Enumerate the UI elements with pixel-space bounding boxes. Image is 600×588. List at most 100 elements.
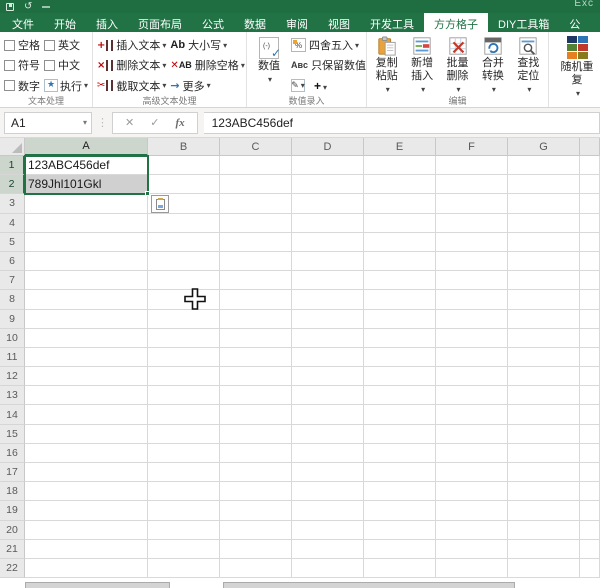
cell-F4[interactable]	[436, 213, 508, 233]
cell-E12[interactable]	[364, 367, 436, 387]
copy-paste-button[interactable]: 复制粘贴	[371, 35, 402, 96]
cell-E14[interactable]	[364, 405, 436, 425]
cell-D8[interactable]	[292, 290, 364, 310]
row-header-10[interactable]: 10	[0, 328, 25, 348]
cell-G10[interactable]	[508, 328, 580, 348]
cell-F19[interactable]	[436, 501, 508, 521]
cell-B12[interactable]	[148, 367, 220, 387]
strip-spaces-button[interactable]: ✕ AB 删除空格	[170, 55, 244, 75]
cell-B16[interactable]	[148, 443, 220, 463]
row-header-3[interactable]: 3	[0, 194, 25, 214]
cell-E2[interactable]	[364, 175, 436, 195]
cell-D21[interactable]	[292, 539, 364, 559]
cell-E10[interactable]	[364, 328, 436, 348]
cell-D19[interactable]	[292, 501, 364, 521]
cell-C17[interactable]	[220, 463, 292, 483]
cell-G12[interactable]	[508, 367, 580, 387]
checkbox-chinese[interactable]: 中文	[44, 55, 88, 75]
ribbon-tab-方方格子[interactable]: 方方格子	[424, 13, 488, 32]
cell-A4[interactable]	[25, 213, 148, 233]
cell-D13[interactable]	[292, 386, 364, 406]
cell-G20[interactable]	[508, 520, 580, 540]
cell-A16[interactable]	[25, 443, 148, 463]
ribbon-tab-开始[interactable]: 开始	[44, 13, 86, 32]
column-header-C[interactable]: C	[220, 138, 292, 156]
select-all-corner[interactable]	[0, 138, 25, 156]
row-header-15[interactable]: 15	[0, 424, 25, 444]
cell-G3[interactable]	[508, 194, 580, 214]
cell-E5[interactable]	[364, 232, 436, 252]
cell-B19[interactable]	[148, 501, 220, 521]
cell-F16[interactable]	[436, 443, 508, 463]
case-button[interactable]: Ab 大小写	[170, 35, 244, 55]
row-header-2[interactable]: 2	[0, 175, 25, 195]
checkbox-symbols[interactable]: 符号	[4, 55, 40, 75]
cell-E20[interactable]	[364, 520, 436, 540]
cell-F9[interactable]	[436, 309, 508, 329]
cell-A21[interactable]	[25, 539, 148, 559]
row-header-9[interactable]: 9	[0, 309, 25, 329]
cell-D9[interactable]	[292, 309, 364, 329]
cell-F5[interactable]	[436, 232, 508, 252]
cell-G19[interactable]	[508, 501, 580, 521]
cell-partial[interactable]	[580, 175, 600, 195]
plus-button[interactable]: +	[314, 79, 327, 93]
sheet-tabs-stub[interactable]	[25, 582, 170, 588]
cell-A5[interactable]	[25, 232, 148, 252]
cell-D11[interactable]	[292, 347, 364, 368]
cell-partial[interactable]	[580, 424, 600, 444]
insert-text-button[interactable]: + 插入文本	[97, 35, 166, 55]
row-header-20[interactable]: 20	[0, 520, 25, 540]
cell-B22[interactable]	[148, 558, 220, 579]
cell-D3[interactable]	[292, 194, 364, 214]
row-header-8[interactable]: 8	[0, 290, 25, 310]
cell-B17[interactable]	[148, 463, 220, 483]
ribbon-tab-页面布局[interactable]: 页面布局	[128, 13, 192, 32]
column-header-partial[interactable]	[580, 138, 600, 156]
row-header-14[interactable]: 14	[0, 405, 25, 425]
find-locate-button[interactable]: 查找定位	[513, 35, 544, 96]
row-header-12[interactable]: 12	[0, 367, 25, 387]
cell-B2[interactable]	[148, 175, 220, 195]
cell-G11[interactable]	[508, 347, 580, 368]
row-header-13[interactable]: 13	[0, 386, 25, 406]
cell-D1[interactable]	[292, 156, 364, 176]
cell-F12[interactable]	[436, 367, 508, 387]
cell-partial[interactable]	[580, 367, 600, 387]
cell-partial[interactable]	[580, 251, 600, 272]
formula-input[interactable]: 123ABC456def	[203, 111, 600, 134]
horizontal-scrollbar-stub[interactable]	[223, 582, 515, 588]
cell-C15[interactable]	[220, 424, 292, 444]
cell-E7[interactable]	[364, 271, 436, 291]
cell-F3[interactable]	[436, 194, 508, 214]
cell-E19[interactable]	[364, 501, 436, 521]
cell-A14[interactable]	[25, 405, 148, 425]
cell-G18[interactable]	[508, 482, 580, 502]
cell-A19[interactable]	[25, 501, 148, 521]
cell-C8[interactable]	[220, 290, 292, 310]
cell-A3[interactable]	[25, 194, 148, 214]
cell-A18[interactable]	[25, 482, 148, 502]
cell-B5[interactable]	[148, 232, 220, 252]
cell-F1[interactable]	[436, 156, 508, 176]
cell-C3[interactable]	[220, 194, 292, 214]
cell-partial[interactable]	[580, 232, 600, 252]
cell-G5[interactable]	[508, 232, 580, 252]
cell-E4[interactable]	[364, 213, 436, 233]
cell-B11[interactable]	[148, 347, 220, 368]
column-header-A[interactable]: A	[25, 138, 148, 156]
cell-partial[interactable]	[580, 213, 600, 233]
cell-B14[interactable]	[148, 405, 220, 425]
cell-G2[interactable]	[508, 175, 580, 195]
cell-D17[interactable]	[292, 463, 364, 483]
insert-new-button[interactable]: 新增插入	[406, 35, 437, 96]
cell-E9[interactable]	[364, 309, 436, 329]
cell-C1[interactable]	[220, 156, 292, 176]
ribbon-tab-视图[interactable]: 视图	[318, 13, 360, 32]
random-repeat-button[interactable]: 随机重复	[559, 35, 595, 96]
cell-G21[interactable]	[508, 539, 580, 559]
cell-D15[interactable]	[292, 424, 364, 444]
cell-E11[interactable]	[364, 347, 436, 368]
delete-text-button[interactable]: × 删除文本	[97, 55, 166, 75]
cell-partial[interactable]	[580, 520, 600, 540]
